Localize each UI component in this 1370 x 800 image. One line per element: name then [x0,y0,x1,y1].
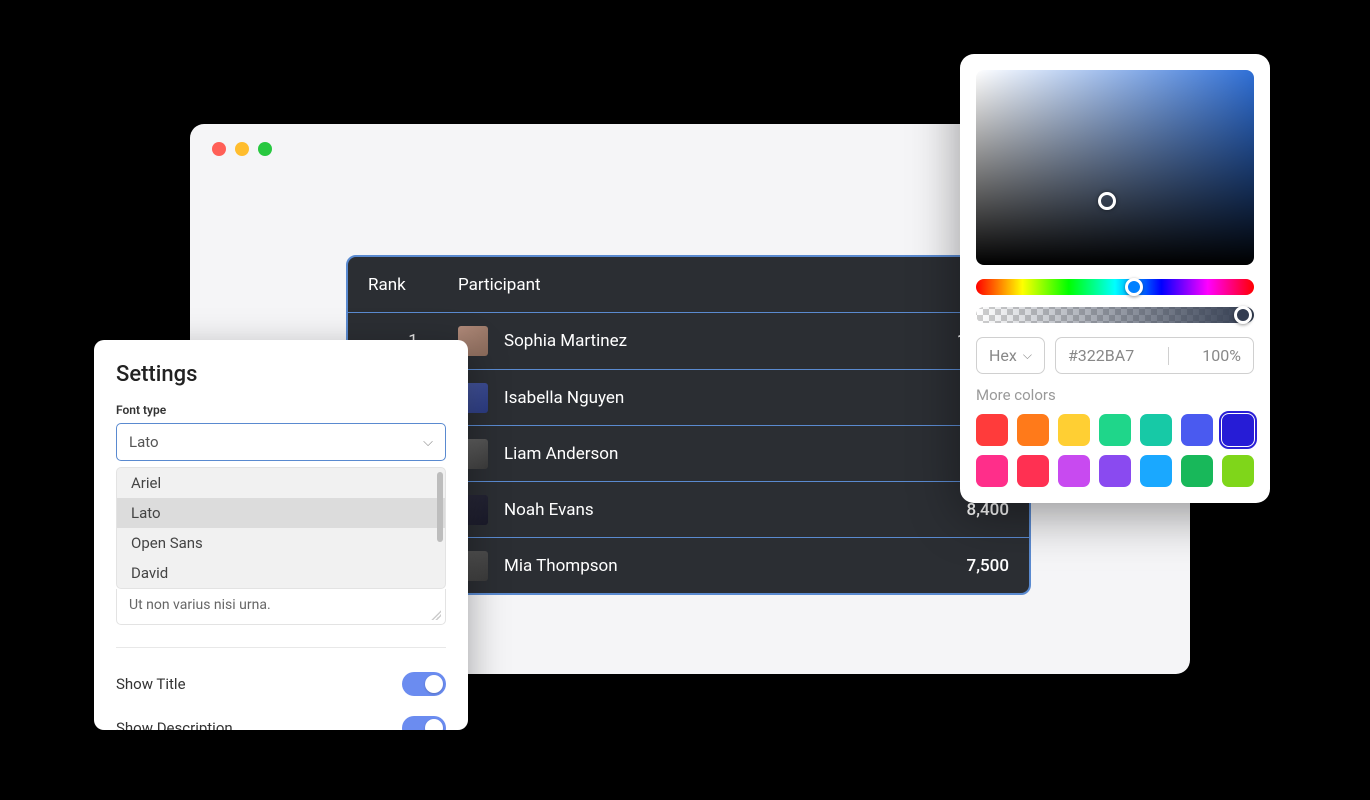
opacity-value: 100% [1202,346,1241,365]
description-textarea[interactable]: Ut non varius nisi urna. [116,589,446,625]
divider [116,647,446,648]
show-description-toggle[interactable] [402,716,446,730]
font-option[interactable]: Open Sans [117,528,445,558]
font-option[interactable]: Lato [117,498,445,528]
color-swatch[interactable] [1140,414,1172,446]
font-select[interactable]: Lato ⌵ [116,423,446,461]
font-option[interactable]: David [117,558,445,588]
col-header-rank: Rank [368,275,458,295]
font-type-label: Font type [116,403,446,417]
color-swatch[interactable] [1099,414,1131,446]
color-format-select[interactable]: Hex ⌵ [976,337,1045,374]
color-swatch[interactable] [976,414,1008,446]
color-swatch[interactable] [1222,414,1254,446]
font-dropdown-list: Ariel Lato Open Sans David [116,467,446,589]
separator [1168,347,1169,365]
alpha-slider[interactable] [976,307,1254,323]
show-title-toggle[interactable] [402,672,446,696]
color-swatch[interactable] [1181,414,1213,446]
hex-value: #322BA7 [1068,346,1134,365]
color-format-value: Hex [989,346,1017,365]
color-swatch[interactable] [1140,455,1172,487]
color-swatch[interactable] [1099,455,1131,487]
hue-slider[interactable] [976,279,1254,295]
font-select-value: Lato [129,433,159,451]
font-option[interactable]: Ariel [117,468,445,498]
color-swatch[interactable] [1017,414,1049,446]
show-title-label: Show Title [116,675,186,693]
participant-name: Liam Anderson [504,444,618,464]
score-cell: 7,500 [889,556,1009,576]
participant-name: Sophia Martinez [504,331,627,351]
color-value-input[interactable]: #322BA7 100% [1055,337,1254,374]
col-header-participant: Participant [458,275,889,295]
window-maximize-button[interactable] [258,142,272,156]
participant-name: Isabella Nguyen [504,388,624,408]
scrollbar[interactable] [437,472,443,542]
color-swatch[interactable] [1181,455,1213,487]
color-swatch[interactable] [1222,455,1254,487]
chevron-down-icon: ⌵ [1023,348,1032,363]
chevron-down-icon: ⌵ [423,435,433,450]
show-description-label: Show Description [116,719,233,730]
color-picker-panel: Hex ⌵ #322BA7 100% More colors [960,54,1270,503]
participant-name: Noah Evans [504,500,594,520]
settings-title: Settings [116,362,446,387]
color-cursor[interactable] [1098,192,1116,210]
color-swatch[interactable] [976,455,1008,487]
leaderboard-header: Rank Participant Score [348,257,1029,313]
more-colors-label: More colors [976,386,1254,404]
alpha-thumb[interactable] [1234,306,1252,324]
color-swatch[interactable] [1017,455,1049,487]
color-gradient-area[interactable] [976,70,1254,265]
settings-panel: Settings Font type Lato ⌵ Ariel Lato Ope… [94,340,468,730]
hue-thumb[interactable] [1125,278,1143,296]
color-swatch[interactable] [1058,414,1090,446]
window-minimize-button[interactable] [235,142,249,156]
window-close-button[interactable] [212,142,226,156]
color-swatches [976,414,1254,487]
participant-name: Mia Thompson [504,556,618,576]
color-swatch[interactable] [1058,455,1090,487]
